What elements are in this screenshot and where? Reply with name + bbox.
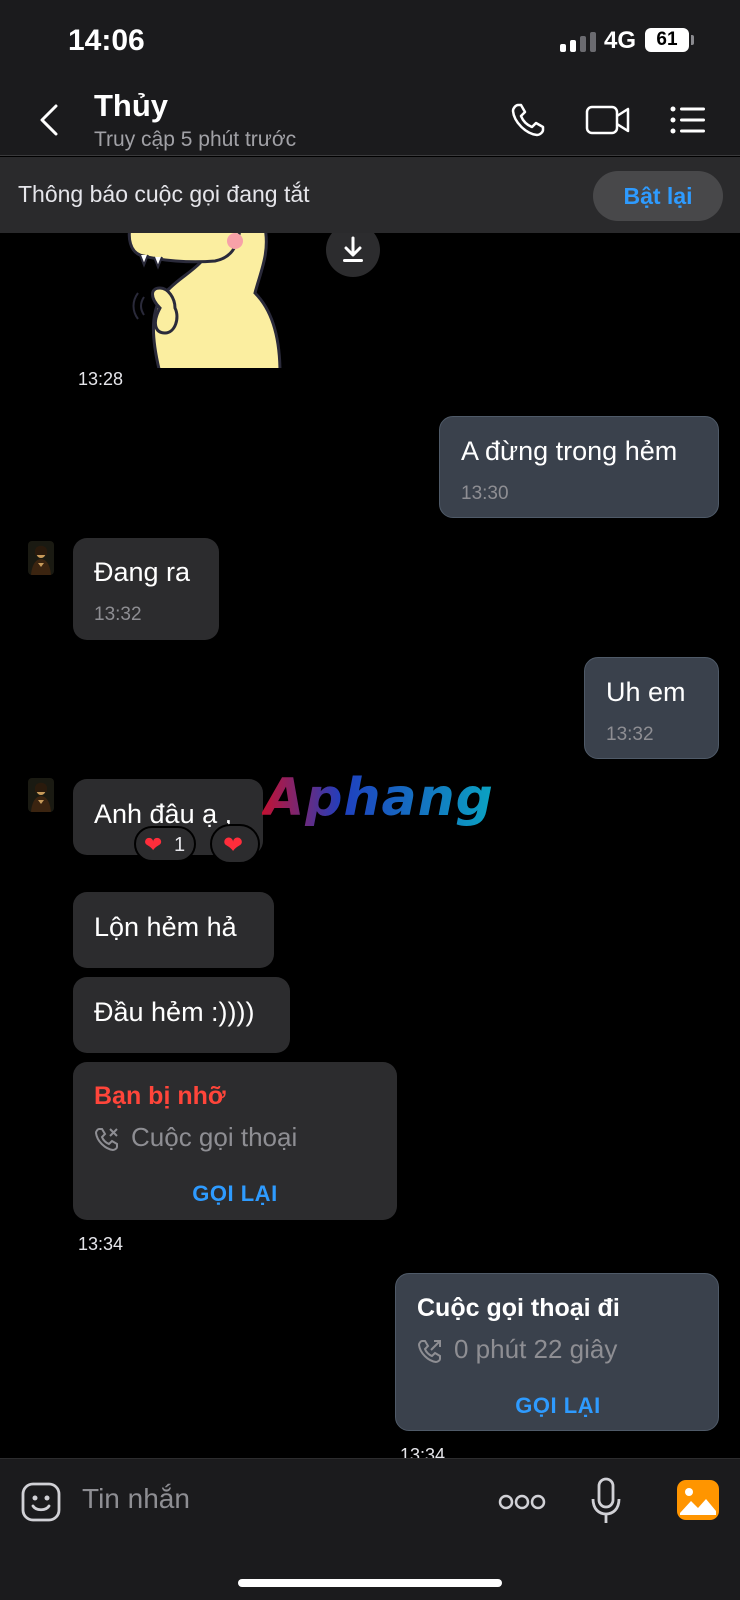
message-input-bar: Tin nhắn [0,1458,740,1600]
battery-tip [691,35,694,45]
call-back-button[interactable]: GỌI LẠI [73,1181,397,1207]
message-input[interactable]: Tin nhắn [82,1483,190,1515]
status-time: 14:06 [68,24,145,57]
heart-icon: ❤ [223,832,244,859]
react-button[interactable]: ❤ [210,824,260,864]
missed-call-card[interactable]: Bạn bị nhỡ Cuộc gọi thoại GỌI LẠI [73,1062,397,1220]
outgoing-message[interactable]: A đừng trong hẻm 13:30 [439,416,719,518]
message-text: Đầu hẻm :)))) [94,997,255,1027]
dinosaur-sticker[interactable] [120,233,320,368]
call-notification-banner: Thông báo cuộc gọi đang tắt Bật lại [0,157,740,233]
missed-call-title: Bạn bị nhỡ [94,1082,226,1110]
message-text: Lộn hẻm hả [94,912,237,942]
reaction-number: 1 [174,834,186,856]
message-time: 13:32 [606,724,654,745]
chat-area[interactable]: 13:28 A đừng trong hẻm 13:30 Đang ra 13:… [0,233,740,1458]
outgoing-call-icon [417,1340,441,1364]
download-icon [343,236,363,262]
message-text: Uh em [606,677,686,707]
avatar[interactable] [28,778,54,812]
watermark-logo: Aphang [262,768,492,828]
contact-name[interactable]: Thủy [94,88,168,124]
outgoing-message[interactable]: Uh em 13:32 [584,657,719,759]
video-icon[interactable] [585,100,631,140]
message-text: Đang ra [94,557,191,587]
phone-icon[interactable] [508,100,548,140]
download-button[interactable] [326,233,380,277]
message-time: 13:28 [78,369,124,389]
home-indicator [238,1579,502,1587]
image-icon[interactable] [676,1479,720,1521]
message-time: 13:32 [94,604,142,625]
message-time: 13:34 [400,1445,446,1458]
incoming-message[interactable]: Đang ra 13:32 [73,538,219,640]
message-text: A đừng trong hẻm [461,436,678,466]
outgoing-call-card[interactable]: Cuộc gọi thoại đi 0 phút 22 giây GỌI LẠI [395,1273,719,1431]
reaction-count[interactable]: ❤ 1 [134,826,196,862]
incoming-message[interactable]: Lộn hẻm hả [73,892,274,968]
signal-icon [560,30,596,52]
call-back-button[interactable]: GỌI LẠI [396,1393,720,1419]
contact-status: Truy cập 5 phút trước [94,128,297,151]
enable-notifications-button[interactable]: Bật lại [593,171,723,221]
list-icon[interactable] [668,100,708,140]
call-duration: 0 phút 22 giây [454,1334,618,1364]
avatar[interactable] [28,541,54,575]
chat-header: Thủy Truy cập 5 phút trước [0,80,740,156]
incoming-message[interactable]: Đầu hẻm :)))) [73,977,290,1053]
network-type: 4G [604,27,637,54]
sticker-icon[interactable] [20,1481,62,1523]
call-type: Cuộc gọi thoại [131,1122,298,1152]
banner-text: Thông báo cuộc gọi đang tắt [18,181,310,207]
message-time: 13:34 [78,1234,124,1254]
status-bar: 14:06 4G 61 [0,0,740,80]
heart-icon: ❤ [144,832,163,857]
missed-call-icon [94,1128,118,1152]
message-time: 13:30 [461,483,509,504]
more-dots-icon[interactable] [498,1493,546,1511]
microphone-icon[interactable] [588,1477,624,1527]
svg-text:Aphang: Aphang [262,768,492,828]
battery-icon: 61 [645,28,689,52]
outgoing-call-title: Cuộc gọi thoại đi [417,1294,620,1322]
chevron-left-icon[interactable] [34,102,64,138]
